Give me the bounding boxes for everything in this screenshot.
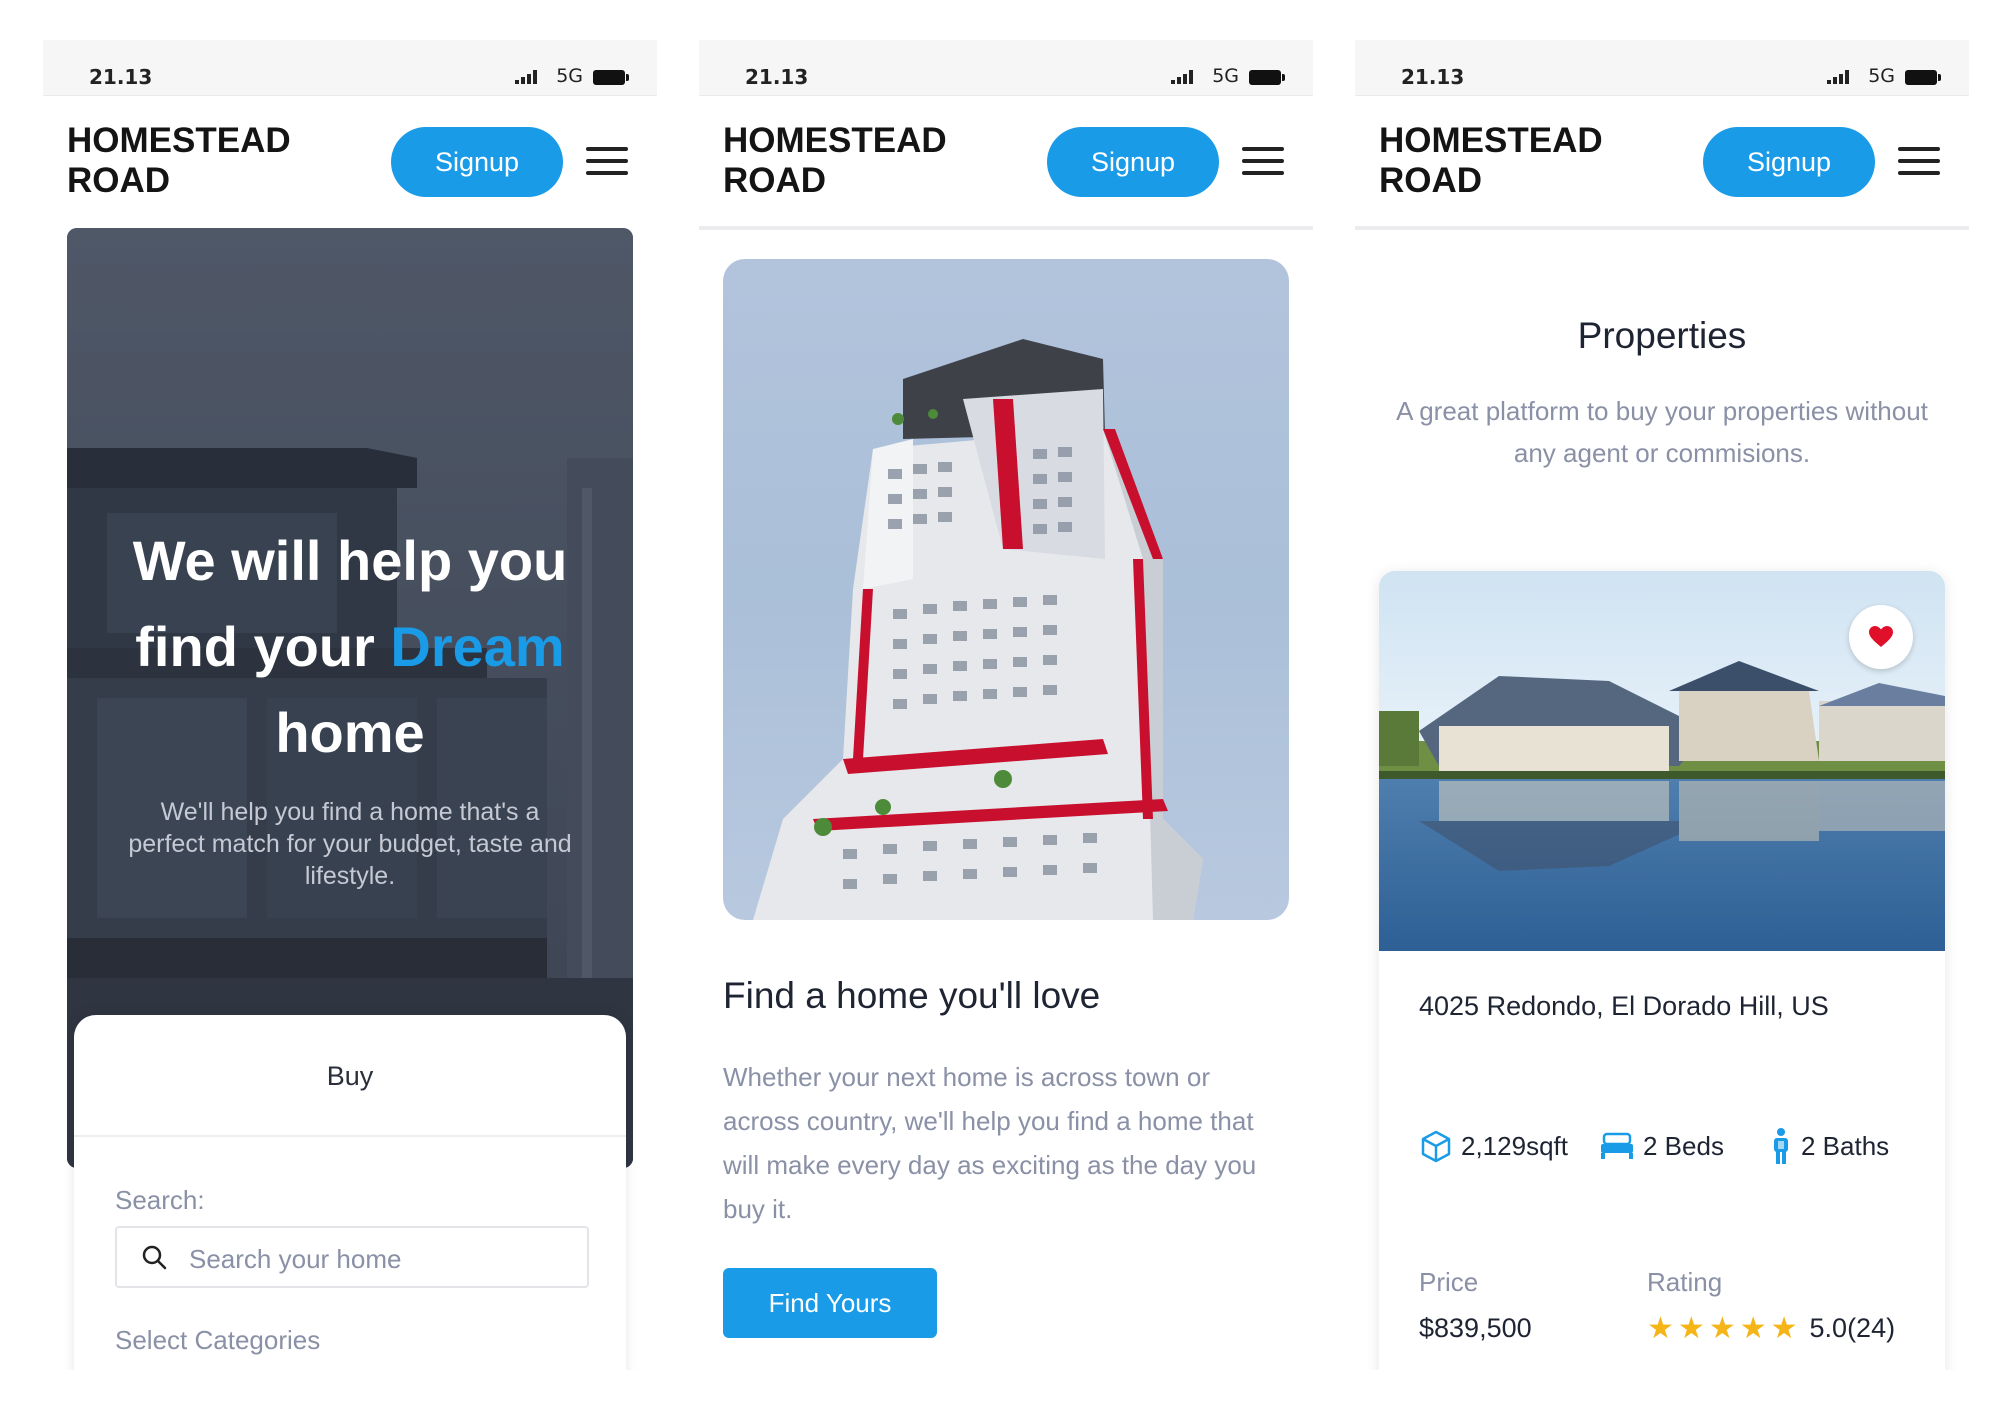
hero-title-text-end: home (275, 701, 425, 764)
tower-illustration (753, 339, 1203, 920)
property-beds: 2 Beds (1599, 1126, 1724, 1166)
navbar: HOMESTEAD ROAD Signup (43, 97, 657, 227)
cube-icon (1421, 1130, 1451, 1163)
battery-icon (1249, 70, 1285, 85)
search-card: Buy Search: Search your home Select Cate… (74, 1015, 626, 1370)
network-label: 5G (1212, 65, 1239, 87)
signup-button[interactable]: Signup (391, 127, 563, 197)
nav-divider (1355, 226, 1969, 230)
property-baths: 2 Baths (1769, 1126, 1889, 1166)
property-image (1379, 571, 1945, 951)
hero-subtitle: We'll help you find a home that's a perf… (128, 798, 572, 890)
property-address: 4025 Redondo, El Dorado Hill, US (1419, 991, 1829, 1021)
find-yours-button[interactable]: Find Yours (723, 1268, 937, 1338)
favorite-button[interactable] (1849, 605, 1913, 669)
hero-title-accent: Dream (390, 615, 565, 678)
signal-icon (1171, 70, 1193, 84)
property-card[interactable]: 4025 Redondo, El Dorado Hill, US 2,129sq… (1379, 571, 1945, 1370)
bed-icon (1601, 1132, 1633, 1159)
star-icon: ★ (1647, 1312, 1678, 1345)
status-bar: 21.13 5G (1355, 40, 1969, 96)
battery-icon (593, 70, 629, 85)
area-value: 2,129sqft (1461, 1130, 1568, 1161)
signup-button[interactable]: Signup (1703, 127, 1875, 197)
status-time: 21.13 (89, 65, 153, 89)
status-time: 21.13 (1401, 65, 1465, 89)
rating-display: ★★★★★ 5.0(24) (1647, 1311, 1895, 1346)
price-label: Price (1419, 1267, 1479, 1297)
brand-logo-text[interactable]: HOMESTEAD ROAD (1379, 121, 1639, 201)
heart-icon (1869, 626, 1893, 647)
rating-value: 5.0(24) (1809, 1313, 1896, 1343)
search-label: Search: (115, 1185, 205, 1215)
status-time: 21.13 (745, 65, 809, 89)
brand-logo-text[interactable]: HOMESTEAD ROAD (67, 121, 327, 201)
star-icon: ★ (1770, 1312, 1802, 1345)
section-title: Find a home you'll love (723, 975, 1101, 1016)
status-bar: 21.13 5G (699, 40, 1313, 96)
categories-label[interactable]: Select Categories (115, 1325, 320, 1356)
menu-icon[interactable] (586, 147, 628, 175)
properties-subtitle: A great platform to buy your properties … (1396, 396, 1928, 468)
search-icon (142, 1245, 167, 1270)
phone-screen-find-home: 21.13 5G HOMESTEAD ROAD Signup Find a ho… (699, 40, 1313, 1370)
baths-value: 2 Baths (1801, 1130, 1890, 1161)
hero-title: We will help you find your Dream home (87, 518, 613, 776)
properties-title: Properties (1577, 315, 1747, 356)
section-description: Whether your next home is across town or… (723, 1062, 1257, 1224)
menu-icon[interactable] (1242, 147, 1284, 175)
star-icon: ★ (1739, 1312, 1771, 1345)
signal-icon (1827, 70, 1849, 84)
price-value: $839,500 (1419, 1313, 1532, 1343)
signal-icon (515, 70, 537, 84)
network-label: 5G (556, 65, 583, 87)
star-icon: ★ (1708, 1312, 1740, 1345)
search-placeholder: Search your home (189, 1244, 402, 1274)
phone-screen-home: 21.13 5G HOMESTEAD ROAD Signup We will h… (43, 40, 657, 1370)
person-icon (1774, 1128, 1788, 1164)
status-bar: 21.13 5G (43, 40, 657, 96)
rating-label: Rating (1647, 1267, 1723, 1297)
search-input[interactable]: Search your home (115, 1226, 589, 1288)
signup-button[interactable]: Signup (1047, 127, 1219, 197)
nav-divider (699, 226, 1313, 230)
phone-screen-properties: 21.13 5G HOMESTEAD ROAD Signup Propertie… (1355, 40, 1969, 1370)
beds-value: 2 Beds (1643, 1130, 1724, 1161)
menu-icon[interactable] (1898, 147, 1940, 175)
navbar: HOMESTEAD ROAD Signup (1355, 97, 1969, 227)
battery-icon (1905, 70, 1941, 85)
tab-buy[interactable]: Buy (74, 1015, 626, 1137)
rating-stars: ★★★★★ (1647, 1311, 1802, 1346)
tower-image (723, 259, 1289, 920)
network-label: 5G (1868, 65, 1895, 87)
property-area: 2,129sqft (1419, 1126, 1568, 1166)
brand-logo-text[interactable]: HOMESTEAD ROAD (723, 121, 983, 201)
navbar: HOMESTEAD ROAD Signup (699, 97, 1313, 227)
star-icon: ★ (1677, 1312, 1709, 1345)
